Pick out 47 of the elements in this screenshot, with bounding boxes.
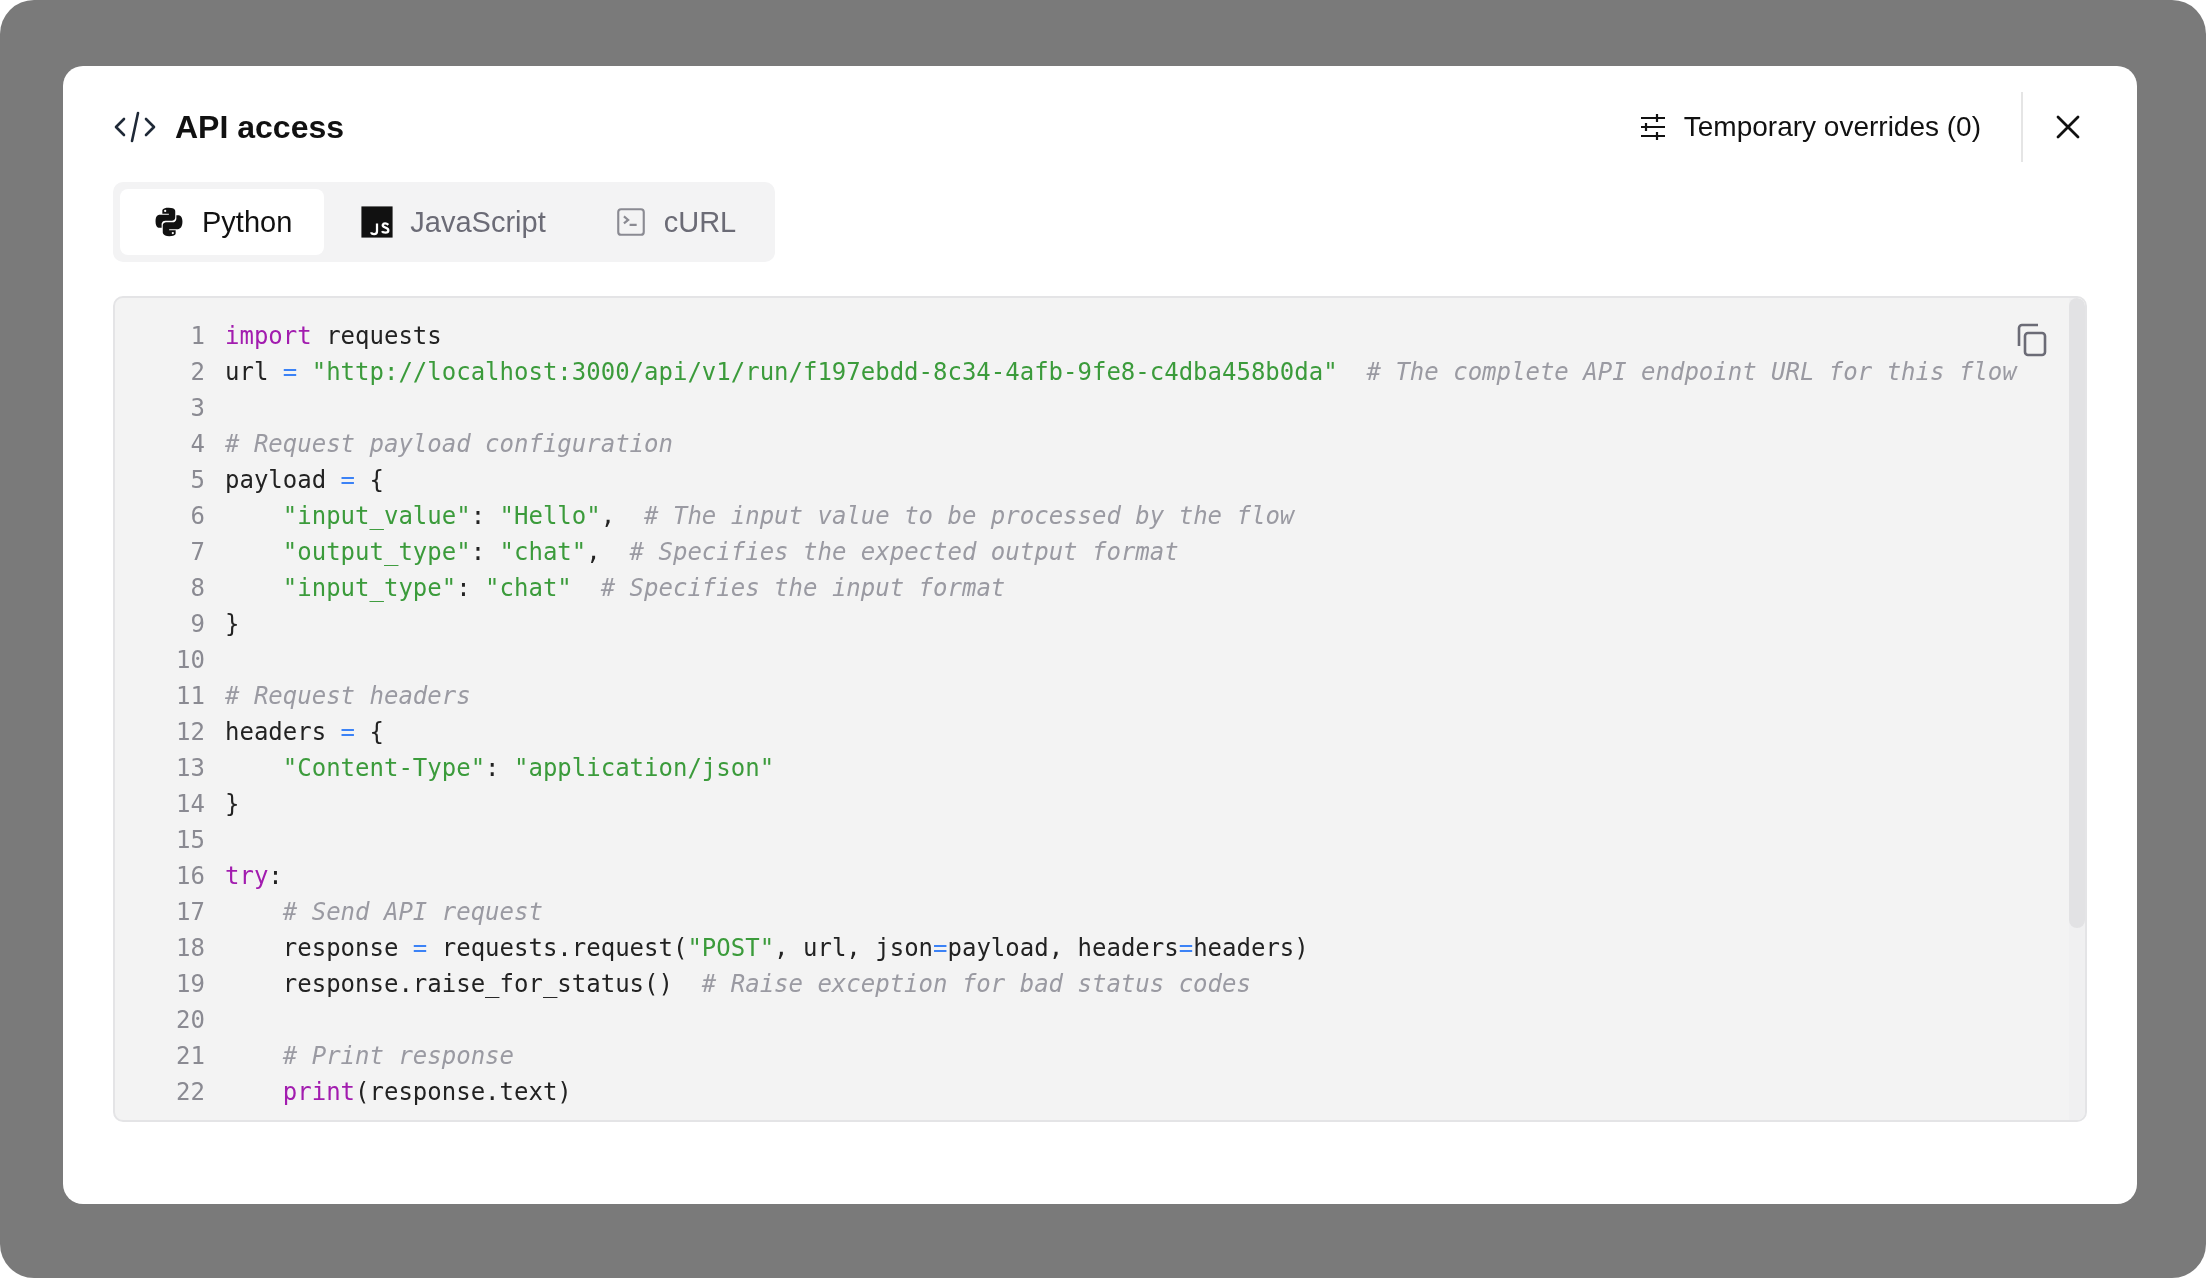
code-line: payload = { xyxy=(225,466,384,494)
line-number: 3 xyxy=(189,394,206,422)
line-number: 13 xyxy=(175,754,206,782)
code-line: # Request headers xyxy=(225,682,471,710)
line-number: 2 xyxy=(189,358,206,386)
line-number: 6 xyxy=(189,502,206,530)
code-line: # Print response xyxy=(281,1042,514,1070)
language-tab[interactable]: Python xyxy=(120,189,325,255)
line-number: 10 xyxy=(175,646,206,674)
code-line: } xyxy=(225,610,240,638)
code-line: response = requests.request("POST", url, json=payload, headers=headers) xyxy=(281,934,1309,962)
line-number: 8 xyxy=(189,574,206,602)
dialog-title: API access xyxy=(175,108,344,146)
code-line: url = "http://localhost:3000/api/v1/run/f197ebdd-8c34-4afb-9fe8-c4dba458b0da" # The complete API endpoint URL for this flow xyxy=(225,358,2017,386)
line-number: 4 xyxy=(189,430,206,458)
code-line: import requests xyxy=(225,322,442,350)
code-line: "input_value": "Hello", # The input value to be processed by the flow xyxy=(281,502,1295,530)
js-icon xyxy=(360,205,395,239)
language-tab[interactable]: JavaScript xyxy=(328,189,578,255)
line-number: 18 xyxy=(175,934,206,962)
line-number: 9 xyxy=(189,610,206,638)
code-line: "input_type": "chat" # Specifies the input format xyxy=(281,574,1006,602)
code-line: try: xyxy=(225,862,283,890)
code-line: response.raise_for_status() # Raise exception for bad status codes xyxy=(281,970,1251,998)
overrides-button[interactable]: Temporary overrides (0) xyxy=(1629,105,1989,149)
code-line: # Send API request xyxy=(281,898,543,926)
line-number: 14 xyxy=(175,790,206,818)
line-number: 16 xyxy=(175,862,206,890)
line-number: 12 xyxy=(175,718,206,746)
code-line: "output_type": "chat", # Specifies the expected output format xyxy=(281,538,1179,566)
line-number: 20 xyxy=(175,1006,206,1034)
line-number: 5 xyxy=(189,466,206,494)
line-number: 15 xyxy=(175,826,206,854)
line-number: 11 xyxy=(175,682,206,710)
line-number: 17 xyxy=(175,898,206,926)
line-number: 7 xyxy=(189,538,206,566)
code-icon xyxy=(113,110,157,144)
code-line: } xyxy=(225,790,240,818)
language-tab[interactable]: cURL xyxy=(581,189,769,255)
line-number: 22 xyxy=(175,1078,206,1106)
code-line: headers = { xyxy=(225,718,384,746)
code-line: # Request payload configuration xyxy=(225,430,673,458)
code-line: "Content-Type": "application/json" xyxy=(281,754,775,782)
line-number: 1 xyxy=(189,322,206,350)
line-number: 21 xyxy=(175,1042,206,1070)
code-line: print(response.text) xyxy=(281,1078,572,1106)
line-number: 19 xyxy=(175,970,206,998)
